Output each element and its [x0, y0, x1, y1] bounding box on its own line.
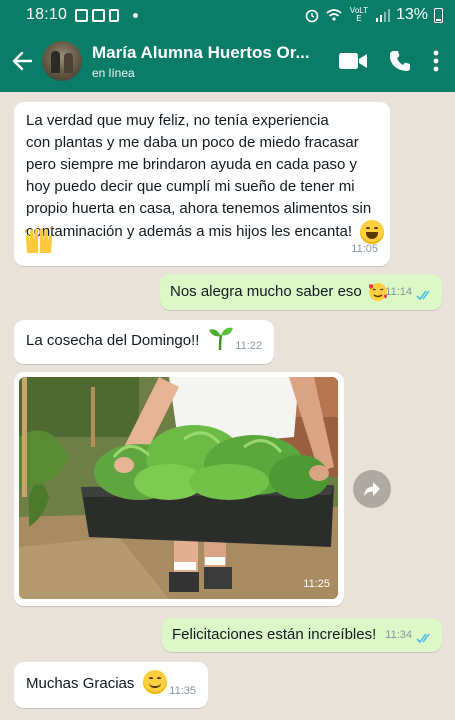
phone-icon — [389, 51, 410, 71]
message-text-line: con plantas y me daba un poco de miedo f… — [26, 134, 359, 151]
message-text-line: pero siempre me brindaron ayuda en cada … — [26, 156, 358, 173]
chat-header: María Alumna Huertos Or... en línea — [0, 30, 455, 92]
message-notification-icon — [75, 8, 89, 22]
status-bar: 18:10 VoLTE 13% — [0, 0, 455, 30]
gallery-notification-icon — [92, 8, 106, 22]
signal-icon — [375, 9, 390, 22]
message-text-line: propio huerta en casa, ahora tenemos ali… — [26, 200, 372, 217]
message-time: 11:14 — [385, 286, 412, 298]
avatar[interactable] — [42, 41, 82, 81]
status-time: 18:10 — [26, 6, 68, 23]
notification-icons — [75, 8, 139, 22]
alarm-icon — [305, 9, 319, 23]
read-receipt-icon — [416, 290, 430, 301]
photo-content — [19, 377, 338, 599]
video-call-button[interactable] — [339, 52, 367, 70]
message-text: Felicitaciones están increíbles! — [172, 626, 377, 643]
back-arrow-icon — [12, 51, 33, 71]
forward-button[interactable] — [353, 470, 391, 508]
back-button[interactable] — [2, 30, 42, 92]
wifi-icon — [326, 9, 342, 21]
seedling-emoji-icon — [208, 327, 233, 351]
contact-name: María Alumna Huertos Or... — [92, 42, 310, 62]
header-actions — [339, 50, 439, 72]
message-text: La cosecha del Domingo!! — [26, 332, 200, 349]
status-right: VoLTE 13% — [304, 6, 443, 24]
message-time: 11:35 — [169, 685, 196, 697]
battery-percent: 13% — [395, 6, 428, 23]
message-image[interactable]: 11:25 — [14, 372, 344, 606]
message-text-line: La verdad que muy feliz, no tenía experi… — [26, 112, 329, 129]
message-text: Muchas Gracias — [26, 675, 135, 692]
message-text: Nos alegra mucho saber eso — [170, 283, 362, 300]
message-outgoing[interactable]: Nos alegra mucho saber eso 11:14 — [160, 274, 442, 310]
volte-label: VoLTE — [349, 6, 369, 23]
more-options-button[interactable] — [433, 50, 439, 72]
message-time: 11:25 — [303, 578, 330, 590]
vegetables-photo[interactable]: 11:25 — [19, 377, 338, 599]
chat-messages[interactable]: La verdad que muy feliz, no tenía experi… — [0, 92, 455, 720]
voice-call-button[interactable] — [389, 50, 411, 72]
message-time: 11:34 — [385, 629, 412, 641]
contact-info[interactable]: María Alumna Huertos Or... en línea — [92, 43, 339, 80]
battery-icon — [434, 7, 443, 23]
message-time: 11:22 — [235, 340, 262, 352]
video-call-icon — [339, 53, 367, 69]
message-incoming[interactable]: Muchas Gracias 11:35 — [14, 662, 208, 708]
read-receipt-icon — [416, 633, 430, 644]
smiling-face-emoji-icon — [142, 670, 167, 695]
message-incoming[interactable]: La verdad que muy feliz, no tenía experi… — [14, 102, 390, 266]
message-text-line: hoy puedo decir que cumplí mi sueño de t… — [26, 178, 355, 195]
alert-notification-icon — [109, 8, 120, 22]
message-incoming[interactable]: La cosecha del Domingo!! 11:22 — [14, 320, 274, 364]
contact-status: en línea — [92, 65, 135, 80]
forward-icon — [364, 482, 380, 496]
message-text-line: contaminación y además a mis hijos les e… — [26, 222, 353, 240]
message-time: 11:05 — [351, 243, 378, 255]
more-vert-icon — [433, 50, 439, 72]
message-outgoing[interactable]: Felicitaciones están increíbles! 11:34 — [162, 618, 442, 652]
raising-hands-emoji-icon — [24, 226, 53, 253]
more-notifications-icon — [133, 12, 139, 18]
